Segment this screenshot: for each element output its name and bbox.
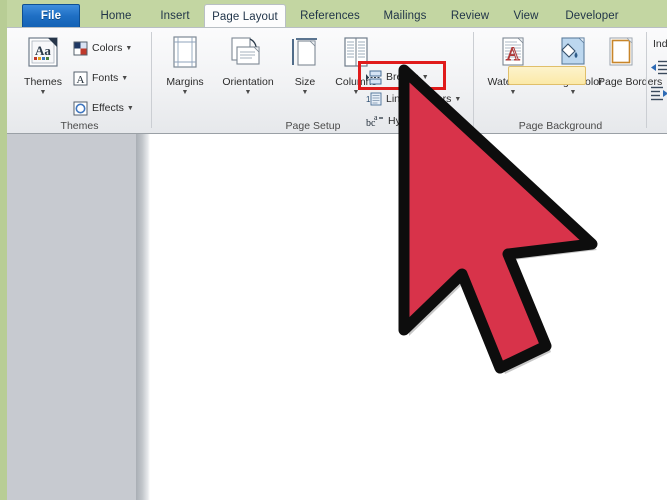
indent-right-button[interactable]	[651, 86, 667, 106]
ribbon-group-paragraph: Indent	[647, 28, 667, 134]
chevron-down-icon[interactable]: ▼	[121, 75, 128, 82]
svg-text:1: 1	[366, 95, 371, 104]
columns-button[interactable]: Columns ▼	[328, 36, 384, 96]
window-chrome-left	[0, 0, 7, 500]
chevron-down-icon[interactable]: ▼	[15, 89, 71, 96]
indent-left-button[interactable]	[651, 60, 667, 80]
margins-icon	[158, 36, 212, 75]
orientation-button-label: Orientation	[222, 76, 274, 88]
tab-references[interactable]: References	[292, 4, 368, 28]
indent-left-icon	[651, 60, 667, 79]
mouse-pointer	[390, 62, 610, 457]
theme-effects-icon	[73, 101, 88, 116]
tab-view[interactable]: View	[504, 4, 548, 28]
theme-colors-button[interactable]: Colors ▼	[73, 38, 132, 58]
chevron-down-icon[interactable]: ▼	[125, 45, 132, 52]
tab-page-layout[interactable]: Page Layout	[204, 4, 286, 28]
theme-fonts-icon: A	[73, 71, 88, 86]
size-button[interactable]: Size ▼	[284, 36, 326, 96]
tab-insert[interactable]: Insert	[148, 4, 202, 28]
breaks-icon	[366, 70, 382, 85]
themes-icon: Aa	[15, 36, 71, 75]
orientation-button[interactable]: Orientation ▼	[214, 36, 282, 96]
workspace-background	[7, 134, 136, 500]
chevron-down-icon[interactable]: ▼	[127, 105, 134, 112]
tab-file[interactable]: File	[22, 4, 80, 28]
tab-review[interactable]: Review	[442, 4, 498, 28]
theme-fonts-button[interactable]: A Fonts ▼	[73, 68, 128, 88]
theme-fonts-label: Fonts	[92, 72, 119, 84]
chevron-down-icon[interactable]: ▼	[284, 89, 326, 96]
line-numbers-icon: 1	[366, 92, 382, 106]
word-application-window: File Home Insert Page Layout References …	[0, 0, 667, 500]
chevron-down-icon[interactable]: ▼	[158, 89, 212, 96]
indent-label: Indent	[653, 38, 667, 50]
margins-button-label: Margins	[166, 76, 204, 88]
page-edge-shadow	[136, 134, 150, 500]
group-label-themes: Themes	[60, 120, 99, 132]
indent-right-icon	[651, 86, 667, 105]
theme-colors-icon	[73, 41, 88, 56]
orientation-icon	[214, 36, 282, 75]
size-button-label: Size	[294, 76, 316, 88]
svg-text:Aa: Aa	[35, 43, 51, 58]
tab-mailings[interactable]: Mailings	[374, 4, 436, 28]
size-icon	[284, 36, 326, 75]
tab-developer[interactable]: Developer	[554, 4, 630, 28]
margins-button[interactable]: Margins ▼	[158, 36, 212, 96]
svg-text:A: A	[77, 74, 85, 86]
tab-home[interactable]: Home	[88, 4, 144, 28]
ribbon-tab-strip: File Home Insert Page Layout References …	[7, 0, 667, 28]
ribbon-group-themes: Aa Themes ▼ Colors ▼ A Fonts ▼ Effects ▼…	[7, 28, 152, 134]
theme-colors-label: Colors	[92, 42, 123, 54]
theme-effects-label: Effects	[92, 102, 124, 114]
themes-button[interactable]: Aa Themes ▼	[15, 36, 71, 96]
theme-effects-button[interactable]: Effects ▼	[73, 98, 134, 118]
themes-button-label: Themes	[24, 76, 62, 88]
chevron-down-icon[interactable]: ▼	[214, 89, 282, 96]
